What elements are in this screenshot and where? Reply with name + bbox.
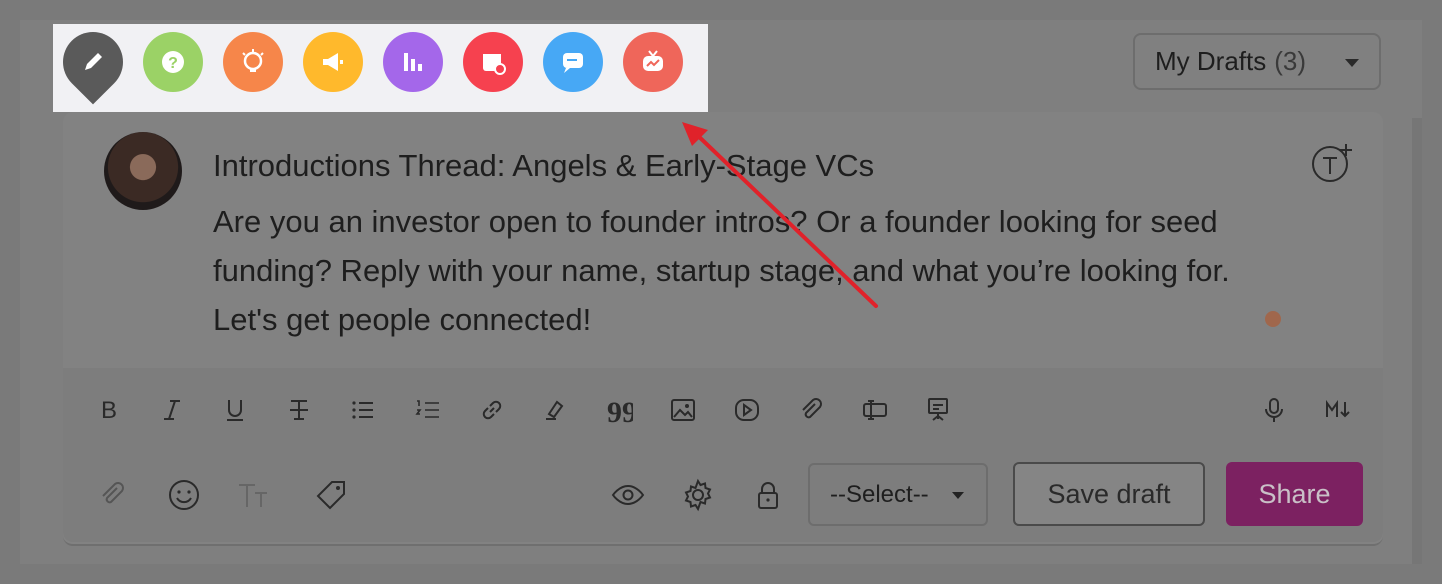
highlight-icon [546, 400, 564, 420]
discussion-post-button[interactable] [543, 32, 603, 92]
post-body[interactable]: Are you an investor open to founder intr… [213, 197, 1263, 344]
quote-button[interactable]: 99 [601, 392, 637, 428]
link-icon [482, 400, 502, 420]
lock-icon [758, 482, 778, 509]
save-draft-button[interactable]: Save draft [1013, 462, 1205, 526]
link-button[interactable] [474, 392, 510, 428]
strikethrough-icon [290, 400, 308, 420]
svg-text:B: B [101, 397, 117, 424]
attachment-icon [802, 398, 822, 419]
poll-chart-icon [404, 53, 422, 71]
share-button[interactable]: Share [1226, 462, 1363, 526]
video-button[interactable] [729, 392, 765, 428]
presentation-button[interactable] [920, 392, 956, 428]
svg-text:?: ? [168, 55, 178, 72]
underline-button[interactable] [217, 392, 253, 428]
svg-text:99: 99 [607, 396, 633, 424]
privacy-lock-button[interactable] [749, 476, 787, 514]
add-text-style-icon[interactable] [1310, 140, 1356, 186]
preview-button[interactable] [609, 476, 647, 514]
event-post-button[interactable] [463, 32, 523, 92]
italic-button[interactable] [154, 392, 190, 428]
formatting-toolbar [63, 368, 1383, 448]
italic-icon [164, 400, 180, 420]
settings-button[interactable] [679, 476, 717, 514]
image-icon [671, 399, 695, 421]
text-size-icon [239, 484, 267, 507]
chevron-down-icon [952, 492, 964, 499]
pencil-pin-icon [85, 53, 102, 70]
drafts-count: (3) [1274, 46, 1307, 76]
presentation-icon [928, 398, 948, 421]
announcement-post-button[interactable] [303, 32, 363, 92]
bullet-list-button[interactable] [345, 392, 381, 428]
microphone-icon [1265, 398, 1283, 422]
attachment-button[interactable] [793, 392, 829, 428]
underline-icon [227, 400, 243, 421]
chevron-down-icon [1345, 59, 1359, 67]
category-select-value: --Select-- [830, 480, 929, 508]
question-post-button[interactable]: ? [143, 32, 203, 92]
text-size-button[interactable] [235, 476, 273, 514]
quote-icon: 99 [607, 396, 633, 424]
voice-input-button[interactable] [1256, 392, 1292, 428]
drafts-label: My Drafts [1155, 46, 1267, 76]
avatar [104, 132, 182, 210]
tag-button[interactable] [312, 476, 350, 514]
markdown-icon [1326, 399, 1350, 418]
embed-button[interactable] [857, 392, 893, 428]
megaphone-icon [323, 53, 343, 71]
attach-file-button[interactable] [93, 476, 131, 514]
chat-bubble-icon [563, 53, 583, 73]
scroll-rail [1412, 118, 1422, 564]
numbered-list-icon [415, 400, 439, 418]
question-icon: ? [162, 51, 184, 73]
numbered-list-button[interactable] [410, 392, 446, 428]
idea-post-button[interactable] [223, 32, 283, 92]
lightbulb-icon [242, 49, 264, 72]
typing-indicator-dot [1265, 311, 1281, 327]
markdown-button[interactable] [1320, 392, 1356, 428]
post-title[interactable]: Introductions Thread: Angels & Early-Sta… [213, 148, 874, 184]
my-drafts-dropdown[interactable]: My Drafts (3) [1133, 33, 1381, 90]
image-button[interactable] [665, 392, 701, 428]
embed-icon [863, 400, 887, 420]
highlight-button[interactable] [537, 392, 573, 428]
bold-button[interactable]: B [89, 392, 125, 428]
live-tv-icon [643, 50, 663, 71]
category-select[interactable]: --Select-- [808, 463, 988, 526]
emoji-button[interactable] [165, 476, 203, 514]
paperclip-icon [102, 482, 124, 504]
live-post-button[interactable] [623, 32, 683, 92]
tag-icon [316, 481, 345, 510]
bold-icon: B [101, 397, 117, 424]
strikethrough-button[interactable] [281, 392, 317, 428]
gear-icon [684, 478, 712, 512]
event-calendar-icon [483, 54, 506, 75]
poll-post-button[interactable] [383, 32, 443, 92]
eye-icon [611, 484, 645, 506]
video-icon [735, 399, 759, 421]
smiley-icon [169, 480, 199, 510]
bullet-list-icon [352, 401, 373, 419]
